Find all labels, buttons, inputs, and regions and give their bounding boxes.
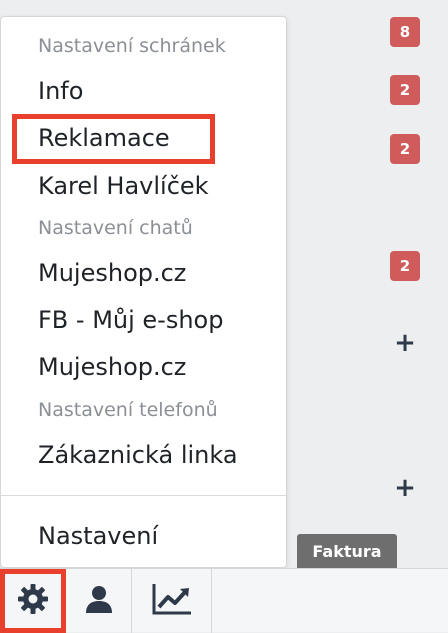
user-button[interactable] <box>66 569 132 633</box>
section-header-phones: Nastavení telefonů <box>38 399 218 421</box>
statistics-button[interactable] <box>132 569 212 633</box>
tab-faktura[interactable]: Faktura <box>297 534 397 568</box>
count-badge: 2 <box>390 134 420 164</box>
menu-item-mujeshop-chat[interactable]: Mujeshop.cz <box>38 259 186 287</box>
menu-item-karel-havlicek[interactable]: Karel Havlíček <box>38 172 209 200</box>
bottom-toolbar <box>0 568 448 633</box>
menu-item-nastaveni[interactable]: Nastavení <box>38 522 158 550</box>
count-badge: 8 <box>390 17 420 47</box>
gear-icon <box>17 583 49 619</box>
add-icon[interactable]: + <box>392 473 418 503</box>
menu-item-info[interactable]: Info <box>38 77 83 105</box>
highlight-box <box>12 114 215 164</box>
chart-line-icon <box>151 582 193 620</box>
count-badge: 2 <box>390 251 420 281</box>
count-badge: 2 <box>390 75 420 105</box>
user-icon <box>84 584 114 618</box>
menu-divider <box>1 495 286 496</box>
menu-item-zakaznicka-linka[interactable]: Zákaznická linka <box>38 441 238 469</box>
section-header-chats: Nastavení chatů <box>38 217 193 239</box>
section-header-mailboxes: Nastavení schránek <box>38 35 226 57</box>
settings-button[interactable] <box>0 569 66 633</box>
menu-item-mujeshop-chat-2[interactable]: Mujeshop.cz <box>38 353 186 381</box>
menu-item-fb-muj-eshop[interactable]: FB - Můj e-shop <box>38 306 223 334</box>
settings-dropdown-menu: Nastavení schránek Info Reklamace Karel … <box>0 16 287 568</box>
add-icon[interactable]: + <box>392 328 418 358</box>
